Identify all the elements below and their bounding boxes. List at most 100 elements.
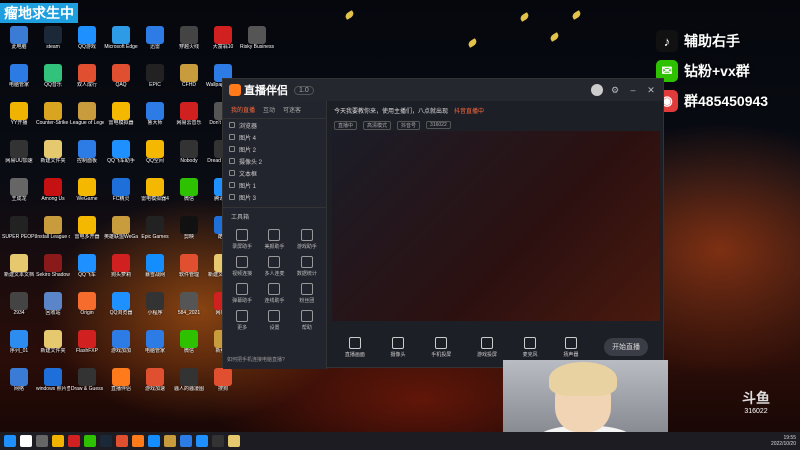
desktop-icon[interactable]: 雷电多开器 [70, 216, 104, 240]
tool-button[interactable]: 帮助 [292, 310, 322, 331]
desktop-icon[interactable]: 暴雪战网 [138, 254, 172, 278]
desktop-icon[interactable]: Risky Business [240, 26, 274, 50]
desktop-icon[interactable]: 小程序 [138, 292, 172, 316]
taskbar-app-icon[interactable] [196, 435, 208, 447]
desktop-icon[interactable]: 雷电模拟器 [104, 102, 138, 126]
scene-item[interactable]: 图片 1 [223, 179, 326, 191]
desktop-icon[interactable]: QAQ [104, 64, 138, 88]
desktop-icon[interactable]: QQ游戏 [70, 26, 104, 50]
desktop-icon[interactable]: 剪映 [172, 216, 206, 240]
stream-preview[interactable] [332, 131, 660, 321]
stream-title[interactable]: 今天我要教你来，使用主播们，八点就出现 [334, 106, 448, 115]
help-link[interactable]: 如何把手机连接电脑直播? [227, 356, 285, 363]
tool-button[interactable]: 游戏助手 [292, 229, 322, 250]
minimize-icon[interactable]: – [627, 84, 639, 96]
taskbar-app-icon[interactable] [180, 435, 192, 447]
taskbar-app-icon[interactable] [84, 435, 96, 447]
desktop-icon[interactable]: QQ飞车 [70, 254, 104, 278]
tool-button[interactable]: 更多 [227, 310, 257, 331]
desktop-icon[interactable]: 鲁大师 [138, 102, 172, 126]
taskbar-app-icon[interactable] [212, 435, 224, 447]
desktop-icon[interactable]: 新建文本文档 [2, 254, 36, 278]
desktop-icon[interactable]: 英雄联盟WeGame版 [104, 216, 138, 240]
tool-button[interactable]: 设置 [259, 310, 289, 331]
desktop-icon[interactable]: 狗头萝莉 [104, 254, 138, 278]
bottom-tool-button[interactable]: 游戏投屏 [477, 336, 497, 358]
scene-item[interactable]: 摄像头 2 [223, 155, 326, 167]
desktop-icon[interactable]: 电脑管家 [138, 330, 172, 354]
desktop-icon[interactable]: 雷电模拟器4 [138, 178, 172, 202]
tool-button[interactable]: 连线助手 [259, 283, 289, 304]
taskbar-app-icon[interactable] [36, 435, 48, 447]
desktop-icon[interactable]: 584_2021 [172, 292, 206, 316]
desktop-icon[interactable]: FlashFXP [70, 330, 104, 354]
scene-item[interactable]: 图片 4 [223, 131, 326, 143]
tool-button[interactable]: 美颜助手 [259, 229, 289, 250]
bottom-tool-button[interactable]: 手机投屏 [431, 336, 451, 358]
desktop-icon[interactable]: Microsoft Edge [104, 26, 138, 50]
desktop-icon[interactable]: Nobody [172, 140, 206, 164]
desktop-icon[interactable]: WeGame [70, 178, 104, 202]
desktop-icon[interactable]: 游戏加加 [104, 330, 138, 354]
desktop-icon[interactable]: 网易UU加速 [2, 140, 36, 164]
scene-item[interactable]: 文本框 [223, 167, 326, 179]
desktop-icon[interactable]: 微信 [172, 330, 206, 354]
desktop-icon[interactable]: 穿越火线 [172, 26, 206, 50]
desktop-icon[interactable]: League of Legends [70, 102, 104, 126]
desktop-icon[interactable]: 微信 [172, 178, 206, 202]
desktop-icon[interactable]: FC精灵 [104, 178, 138, 202]
taskbar-app-icon[interactable] [116, 435, 128, 447]
desktop-icon[interactable]: Draw & Guess [70, 368, 104, 392]
desktop-icon[interactable]: CFHD [172, 64, 206, 88]
desktop-icon[interactable]: 游戏加速 [138, 368, 172, 392]
desktop-icon[interactable]: 直播伴侣 [104, 368, 138, 392]
taskbar-app-icon[interactable] [52, 435, 64, 447]
system-tray-clock[interactable]: 19:55 2022/10/20 [771, 435, 796, 447]
search-icon[interactable] [20, 435, 32, 447]
bottom-tool-button[interactable]: 扬声器 [563, 336, 578, 358]
desktop-icon[interactable]: QQ浏览器 [104, 292, 138, 316]
desktop-icon[interactable]: Sekiro Shadow [36, 254, 70, 278]
desktop-icon[interactable]: Origin [70, 292, 104, 316]
desktop-icon[interactable]: 双人成行 [70, 64, 104, 88]
eye-icon[interactable] [229, 170, 235, 176]
desktop-icon[interactable]: 软件管理 [172, 254, 206, 278]
desktop-icon[interactable]: Among Us [36, 178, 70, 202]
desktop-icon[interactable]: YY开播 [2, 102, 36, 126]
desktop-icon[interactable]: 序列_01 [2, 330, 36, 354]
desktop-icon[interactable]: QQ飞车助手 [104, 140, 138, 164]
taskbar-app-icon[interactable] [148, 435, 160, 447]
eye-icon[interactable] [229, 158, 235, 164]
sidebar-tab[interactable]: 我的直播 [231, 105, 255, 114]
desktop-icon[interactable]: SUPER PEOPLE CBT [2, 216, 36, 240]
scene-item[interactable]: 浏览器 [223, 119, 326, 131]
desktop-icon[interactable]: Counter-Strike Global Off [36, 102, 70, 126]
live-companion-window[interactable]: 直播伴侣 1.0 ⚙ – ✕ 我的直播 互动 可迷客 浏览器 图片 4 图片 2 摄像头 … [222, 78, 664, 369]
taskbar-app-icon[interactable] [164, 435, 176, 447]
taskbar-app-icon[interactable] [100, 435, 112, 447]
tool-button[interactable]: 录屏助手 [227, 229, 257, 250]
sidebar-tab[interactable]: 互动 [263, 105, 275, 114]
tool-button[interactable]: 粉丝团 [292, 283, 322, 304]
desktop-icon[interactable]: Epic Games [138, 216, 172, 240]
desktop-icon[interactable]: QQ空间 [138, 140, 172, 164]
scene-item[interactable]: 图片 2 [223, 143, 326, 155]
desktop-icon[interactable]: 2934 [2, 292, 36, 316]
desktop-icon[interactable]: Install League o [36, 216, 70, 240]
tool-button[interactable]: 数据统计 [292, 256, 322, 277]
desktop-icon[interactable]: 电脑管家 [2, 64, 36, 88]
desktop-icon[interactable]: 网易云音乐 [172, 102, 206, 126]
tool-button[interactable]: 视频连接 [227, 256, 257, 277]
desktop-icon[interactable]: 回收站 [36, 292, 70, 316]
taskbar-app-icon[interactable] [132, 435, 144, 447]
desktop-icon[interactable]: 骚人的骚凌图 [172, 368, 206, 392]
bottom-tool-button[interactable]: 摄像头 [391, 336, 406, 358]
desktop-icon[interactable]: 新建文件夹 [36, 140, 70, 164]
scene-item[interactable]: 图片 3 [223, 191, 326, 203]
desktop-icon[interactable]: 控制面板 [70, 140, 104, 164]
desktop-icon[interactable]: 搜狗 [206, 368, 240, 392]
close-icon[interactable]: ✕ [645, 84, 657, 96]
eye-icon[interactable] [229, 194, 235, 200]
sidebar-tab[interactable]: 可迷客 [283, 105, 301, 114]
desktop-icon[interactable]: 迅雷 [138, 26, 172, 50]
